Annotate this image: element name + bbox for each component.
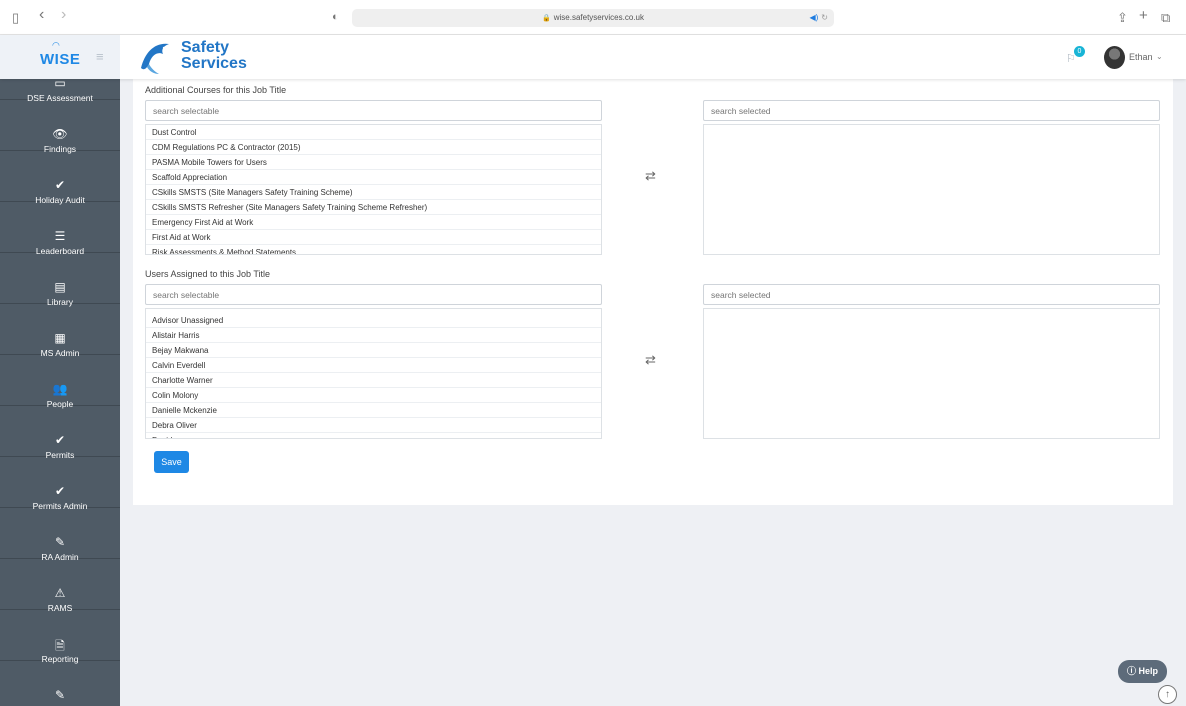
dolphin-logo-icon (141, 43, 169, 74)
sidebar-item-icon: ⚠ (54, 586, 66, 600)
sidebar-item[interactable]: ▤ Library (0, 253, 120, 307)
sidebar-item[interactable]: ✔ Permits Admin (0, 457, 120, 511)
list-item[interactable]: Advisor Unassigned (146, 313, 601, 328)
list-item[interactable]: Colin Molony (146, 388, 601, 403)
wifi-icon: ◠ (52, 40, 60, 50)
sidebar-item[interactable]: ✔ Permits (0, 406, 120, 460)
sidebar-item[interactable]: 👁 Findings (0, 100, 120, 154)
sidebar-item-icon: ☰ (54, 229, 66, 243)
brand-name: Safety Services (181, 40, 247, 72)
help-button[interactable]: ⓘ Help (1118, 660, 1167, 683)
users-section-label: Users Assigned to this Job Title (145, 269, 271, 279)
forward-icon[interactable]: › (61, 6, 66, 23)
sidebar-item-icon: ✔ (54, 178, 66, 192)
sidebar-item-icon: ✔ (54, 484, 66, 498)
list-item[interactable]: CDM Regulations PC & Contractor (2015) (146, 140, 601, 155)
sidebar-item[interactable]: 👥 People (0, 355, 120, 409)
back-icon[interactable]: ‹ (39, 6, 44, 23)
sidebar-item[interactable]: ✎ RA Admin (0, 508, 120, 562)
users-search-selectable[interactable] (145, 284, 602, 305)
help-label: Help (1138, 666, 1159, 676)
notification-badge: 0 (1074, 46, 1085, 57)
courses-selectable-list[interactable]: Dust Control CDM Regulations PC & Contrac… (145, 124, 602, 255)
reload-icon[interactable]: ↻ (821, 13, 828, 22)
sidebar-item[interactable]: ✔ Holiday Audit (0, 151, 120, 205)
wise-logo-area: ◠ WISE ≡ (0, 35, 120, 79)
sidebar-toggle-icon[interactable]: ▯ (12, 9, 19, 26)
list-item[interactable]: Dust Control (146, 125, 601, 140)
courses-search-selected[interactable] (703, 100, 1160, 121)
list-item[interactable]: David... (146, 433, 601, 438)
list-item[interactable]: Charlotte Warner (146, 373, 601, 388)
tabs-icon[interactable]: ⧉ (1161, 9, 1170, 26)
list-item[interactable]: Debra Oliver (146, 418, 601, 433)
courses-search-selectable[interactable] (145, 100, 602, 121)
main-panel: Additional Courses for this Job Title Du… (133, 79, 1173, 505)
menu-icon[interactable]: ≡ (96, 49, 104, 64)
wise-logo[interactable]: WISE (40, 51, 80, 68)
sidebar-item[interactable]: ⚠ RAMS (0, 559, 120, 613)
sidebar-item[interactable]: ✎ (0, 661, 120, 706)
users-selected-list[interactable] (703, 308, 1160, 439)
address-bar[interactable]: 🔒 wise.safetyservices.co.uk ◀) ↻ (352, 9, 834, 27)
list-item[interactable]: CSkills SMSTS Refresher (Site Managers S… (146, 200, 601, 215)
sidebar-item-icon: 👥 (52, 382, 68, 396)
transfer-icon: ⇄ (645, 168, 656, 183)
list-item[interactable]: CSkills SMSTS (Site Managers Safety Trai… (146, 185, 601, 200)
list-item[interactable]: Risk Assessments & Method Statements (146, 245, 601, 254)
courses-section-label: Additional Courses for this Job Title (145, 85, 287, 95)
browser-toolbar: ▯ ‹ › ◐ 🔒 wise.safetyservices.co.uk ◀) ↻ ⇪… (0, 0, 1186, 35)
sidebar-item-icon: ▭ (54, 79, 66, 90)
url-text: wise.safetyservices.co.uk (553, 13, 644, 22)
users-selectable-list[interactable]: Advisor Unassigned Alistair Harris Bejay M… (145, 308, 602, 439)
brand-line-2: Services (181, 55, 247, 72)
avatar[interactable] (1104, 46, 1125, 69)
sidebar-item[interactable]: 🗎 Reporting (0, 610, 120, 664)
sidebar-item-icon: ✎ (54, 688, 66, 702)
list-item[interactable]: First Aid at Work (146, 230, 601, 245)
transfer-icon: ⇄ (645, 352, 656, 367)
list-item[interactable]: Danielle Mckenzie (146, 403, 601, 418)
list-item[interactable]: Alistair Harris (146, 328, 601, 343)
list-item[interactable]: Emergency First Aid at Work (146, 215, 601, 230)
sidebar-item-icon: ▦ (54, 331, 66, 345)
list-item[interactable]: Calvin Everdell (146, 358, 601, 373)
list-item[interactable]: Bejay Makwana (146, 343, 601, 358)
list-item[interactable]: PASMA Mobile Towers for Users (146, 155, 601, 170)
sidebar-item-icon: ▤ (54, 280, 66, 294)
sidebar: ▭ DSE Assessment 👁 Findings ✔ Holiday Audit ☰ L… (0, 79, 120, 706)
new-tab-icon[interactable]: + (1139, 7, 1148, 24)
scroll-top-button[interactable]: ↑ (1158, 685, 1177, 704)
sidebar-item[interactable]: ▦ MS Admin (0, 304, 120, 358)
users-search-selected[interactable] (703, 284, 1160, 305)
app-header: ◠ WISE ≡ Safety Services ⚐ 0 Ethan ⌄ (0, 35, 1186, 79)
sidebar-item-icon: 👁 (52, 127, 68, 141)
lock-icon: 🔒 (542, 15, 551, 22)
audio-icon[interactable]: ◀) (809, 13, 818, 22)
courses-selected-list[interactable] (703, 124, 1160, 255)
user-name[interactable]: Ethan (1129, 52, 1153, 62)
shield-icon[interactable]: ◐ (332, 9, 339, 26)
share-icon[interactable]: ⇪ (1117, 9, 1128, 26)
sidebar-item-icon: ✔ (54, 433, 66, 447)
sidebar-item[interactable]: ☰ Leaderboard (0, 202, 120, 256)
brand-line-1: Safety (181, 39, 230, 56)
sidebar-item-icon: ✎ (54, 535, 66, 549)
list-item[interactable]: Scaffold Appreciation (146, 170, 601, 185)
save-button[interactable]: Save (154, 451, 189, 473)
chevron-down-icon[interactable]: ⌄ (1156, 52, 1163, 61)
sidebar-item[interactable]: ▭ DSE Assessment (0, 79, 120, 103)
